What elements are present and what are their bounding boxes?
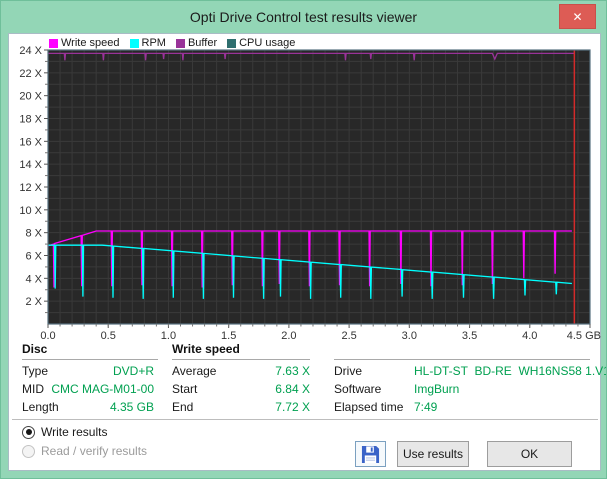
disc-row-mid: MID CMC MAG-M01-00 bbox=[22, 382, 158, 396]
write-speed-row-end: End 7.72 X bbox=[172, 400, 310, 414]
read-verify-results-label: Read / verify results bbox=[41, 444, 147, 458]
x-tick-label: 4.5 GB bbox=[567, 330, 601, 340]
y-tick-label: 16 X bbox=[19, 136, 42, 148]
x-tick-label: 3.5 bbox=[462, 330, 477, 340]
y-tick-label: 10 X bbox=[19, 205, 42, 217]
use-results-button[interactable]: Use results bbox=[397, 441, 469, 467]
legend-item-buffer: Buffer bbox=[176, 37, 217, 49]
title-bar: Opti Drive Control test results viewer ✕ bbox=[1, 1, 606, 33]
close-button[interactable]: ✕ bbox=[559, 4, 596, 29]
session-row-elapsed-time: Elapsed time 7:49 bbox=[334, 400, 590, 414]
y-tick-label: 2 X bbox=[25, 296, 42, 308]
window-title: Opti Drive Control test results viewer bbox=[190, 9, 417, 25]
y-tick-label: 14 X bbox=[19, 159, 42, 171]
close-icon: ✕ bbox=[572, 10, 582, 24]
read-verify-results-radio[interactable]: Read / verify results bbox=[22, 444, 147, 458]
y-tick-label: 8 X bbox=[25, 228, 42, 240]
disc-type-value: DVD+R bbox=[22, 364, 154, 378]
session-row-drive: Drive HL-DT-ST BD-RE WH16NS58 1.V1 bbox=[334, 364, 590, 378]
disc-length-value: 4.35 GB bbox=[22, 400, 154, 414]
x-tick-label: 1.5 bbox=[221, 330, 236, 340]
write-speed-section-header: Write speed bbox=[172, 342, 240, 356]
write-results-radio[interactable]: Write results bbox=[22, 425, 107, 439]
write-speed-separator bbox=[172, 359, 310, 360]
save-button[interactable] bbox=[355, 441, 386, 467]
y-tick-label: 6 X bbox=[25, 251, 42, 263]
disc-mid-value: CMC MAG-M01-00 bbox=[22, 382, 154, 396]
legend-item-rpm: RPM bbox=[130, 37, 166, 49]
y-tick-label: 12 X bbox=[19, 182, 42, 194]
options-separator bbox=[12, 419, 598, 420]
average-value: 7.63 X bbox=[172, 364, 310, 378]
radio-selected-icon bbox=[22, 426, 35, 439]
speed-chart: 2 X 4 X 6 X 8 X 10 X 12 X 14 X 16 X 18 X 20 X 22 X… bbox=[9, 34, 602, 340]
write-speed-row-average: Average 7.63 X bbox=[172, 364, 310, 378]
legend-item-write-speed: Write speed bbox=[49, 37, 120, 49]
session-separator bbox=[334, 359, 590, 360]
session-row-software: Software ImgBurn bbox=[334, 382, 590, 396]
disc-separator bbox=[22, 359, 158, 360]
save-floppy-icon bbox=[361, 445, 380, 464]
x-tick-label: 4.0 bbox=[522, 330, 537, 340]
start-value: 6.84 X bbox=[172, 382, 310, 396]
end-value: 7.72 X bbox=[172, 400, 310, 414]
x-tick-label: 3.0 bbox=[402, 330, 417, 340]
elapsed-time-value: 7:49 bbox=[414, 400, 437, 414]
disc-section-header: Disc bbox=[22, 342, 47, 356]
x-tick-label: 0.5 bbox=[101, 330, 116, 340]
chart-legend: Write speed RPM Buffer CPU usage bbox=[49, 37, 295, 49]
y-tick-label: 20 X bbox=[19, 91, 42, 103]
disc-row-type: Type DVD+R bbox=[22, 364, 158, 378]
y-tick-label: 22 X bbox=[19, 68, 42, 80]
write-results-label: Write results bbox=[41, 425, 107, 439]
rpm-swatch-icon bbox=[130, 39, 139, 48]
ok-button[interactable]: OK bbox=[487, 441, 572, 467]
drive-value: HL-DT-ST BD-RE WH16NS58 1.V1 bbox=[414, 364, 607, 378]
window-content: 2 X 4 X 6 X 8 X 10 X 12 X 14 X 16 X 18 X 20 X 22 X… bbox=[8, 33, 601, 471]
y-tick-label: 4 X bbox=[25, 273, 42, 285]
legend-item-cpu-usage: CPU usage bbox=[227, 37, 295, 49]
write-speed-swatch-icon bbox=[49, 39, 58, 48]
disc-row-length: Length 4.35 GB bbox=[22, 400, 158, 414]
x-tick-label: 0.0 bbox=[40, 330, 55, 340]
y-tick-label: 24 X bbox=[19, 45, 42, 57]
x-tick-label: 2.0 bbox=[281, 330, 296, 340]
buffer-swatch-icon bbox=[176, 39, 185, 48]
app-window: Opti Drive Control test results viewer ✕… bbox=[0, 0, 607, 479]
software-value: ImgBurn bbox=[414, 382, 459, 396]
x-tick-label: 1.0 bbox=[161, 330, 176, 340]
x-tick-label: 2.5 bbox=[341, 330, 356, 340]
write-speed-row-start: Start 6.84 X bbox=[172, 382, 310, 396]
cpu-usage-swatch-icon bbox=[227, 39, 236, 48]
y-tick-label: 18 X bbox=[19, 114, 42, 126]
radio-unselected-icon bbox=[22, 445, 35, 458]
